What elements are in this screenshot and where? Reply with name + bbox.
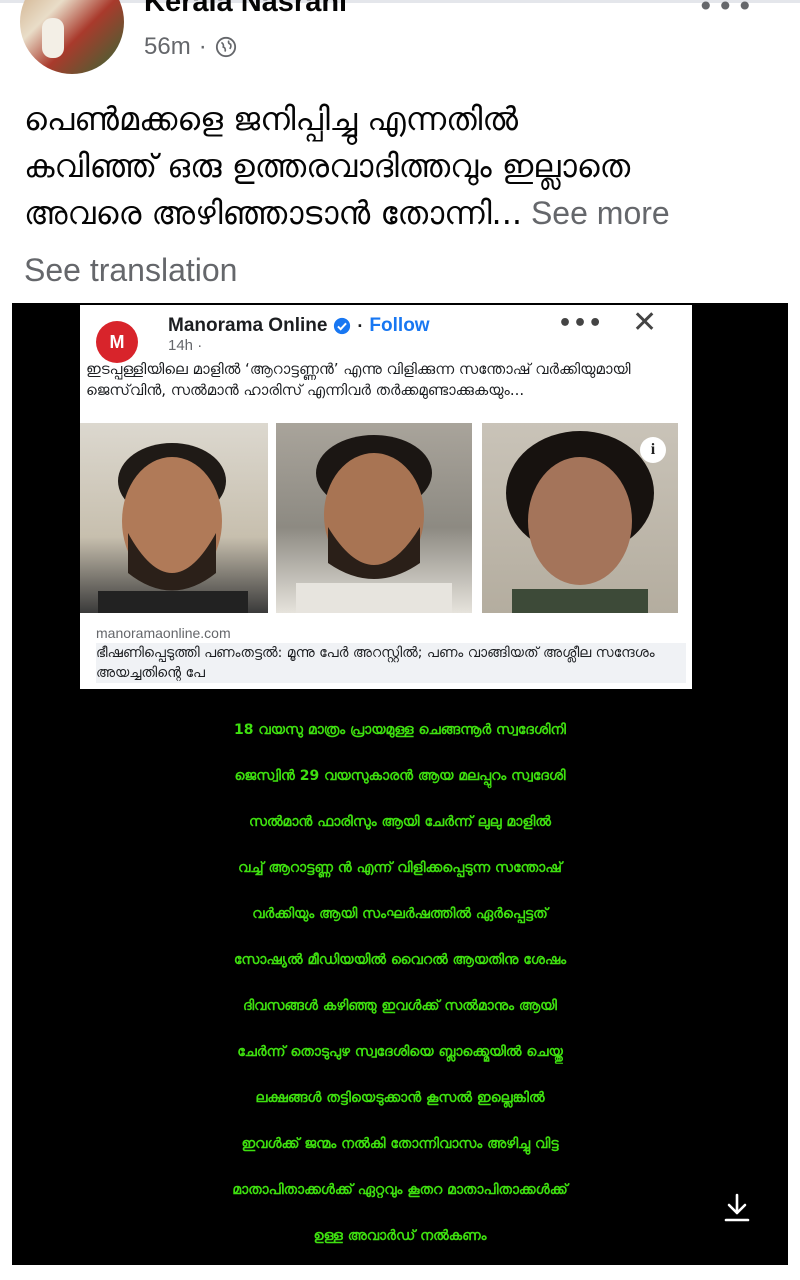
meta-separator: · [198, 33, 207, 60]
overlay-line: വച്ച് ആറാട്ടണ്ണ ൻ എന്ന് വിളിക്കപ്പെടുന്ന… [238, 860, 562, 876]
author-name[interactable]: Kerala Nasrani [144, 0, 347, 19]
photo-person-2 [276, 423, 472, 613]
download-icon[interactable] [720, 1191, 754, 1225]
person-2-silhouette [296, 435, 452, 613]
info-icon: i [640, 437, 666, 463]
post-text-line: കവിഞ്ഞ് ഒരു ഉത്തരവാദിത്തവും ഇല്ലാതെ [24, 147, 631, 185]
verified-icon [334, 317, 351, 335]
card-more-icon: ••• [558, 311, 604, 336]
globe-icon [215, 36, 236, 58]
overlay-line: ഇവൾക്ക് ജന്മം നൽകി തോന്നിവാസം അഴിച്ചു വി… [241, 1136, 559, 1152]
see-translation-link[interactable]: See translation [24, 252, 237, 289]
post-options-icon[interactable]: ••• [697, 0, 756, 23]
avatar[interactable] [20, 0, 124, 74]
post-time[interactable]: 56m [144, 33, 191, 61]
overlay-line: ഉള്ള അവാർഡ് നൽകണം [313, 1228, 487, 1244]
overlay-line: വർക്കിയും ആയി സംഘർഷത്തിൽ ഏർപ്പെട്ടത് [252, 906, 548, 922]
image-overlay-text: 18 വയസു മാത്രം പ്രായമുള്ള ചെങ്ങന്നൂർ സ്വ… [12, 707, 788, 1259]
card-dot: · [357, 315, 364, 336]
photo-person-3: i [482, 423, 678, 613]
post-text-line: അവരെ അഴിഞ്ഞാടാൻ തോന്നി... See more [24, 190, 784, 237]
overlay-line: മാതാപിതാക്കൾക്ക് ഏറ്റവും കൂതറ മാതാപിതാക്… [232, 1182, 568, 1198]
post-image[interactable]: M Manorama Online · Follow 14h · ••• ✕ ഇ… [12, 303, 788, 1265]
card-time: 14h · [168, 337, 203, 354]
card-domain: manoramaonline.com [96, 625, 231, 641]
see-more-link[interactable]: See more [522, 195, 670, 231]
post-text-line: പെൺമക്കളെ ജനിപ്പിച്ചു എന്നതിൽ [24, 100, 518, 138]
overlay-line: ലക്ഷങ്ങൾ തട്ടിയെടുക്കാൻ കൂസൽ ഇല്ലെങ്കിൽ [255, 1090, 545, 1106]
post-text-line-3: അവരെ അഴിഞ്ഞാടാൻ തോന്നി... [24, 194, 523, 232]
post-meta: 56m · [144, 33, 237, 61]
card-headline: ഭീഷണിപ്പെടുത്തി പണംതട്ടൽ: മൂന്നു പേർ അറസ… [96, 643, 686, 683]
overlay-line: സൽമാൻ ഫാരിസും ആയി ചേർന്ന് ലുലു മാളിൽ [249, 814, 551, 830]
overlay-line: ദിവസങ്ങൾ കഴിഞ്ഞു ഇവൾക്ക് സൽമാനും ആയി [243, 998, 557, 1014]
overlay-line: ചേർന്ന് തൊടുപുഴ സ്വദേശിയെ ബ്ലാക്ക്മെയിൽ … [237, 1044, 563, 1060]
post-text: പെൺമക്കളെ ജനിപ്പിച്ചു എന്നതിൽ കവിഞ്ഞ് ഒര… [24, 96, 784, 237]
manorama-logo: M [96, 321, 138, 363]
embedded-news-card: M Manorama Online · Follow 14h · ••• ✕ ഇ… [80, 305, 692, 689]
logo-letter: M [109, 331, 125, 352]
card-page-name: Manorama Online [168, 315, 328, 336]
overlay-line: സോഷ്യൽ മീഡിയയിൽ വൈറൽ ആയതിനു ശേഷം [233, 952, 567, 968]
card-follow-button: Follow [369, 315, 430, 336]
overlay-line: ജെസ്വിൻ 29 വയസുകാരൻ ആയ മലപ്പുറം സ്വദേശി [234, 768, 566, 784]
card-caption: ഇടപ്പള്ളിയിലെ മാളിൽ ‘ആറാട്ടണ്ണൻ’ എന്നു വ… [86, 360, 631, 399]
overlay-line: 18 വയസു മാത്രം പ്രായമുള്ള ചെങ്ങന്നൂർ സ്വ… [234, 722, 566, 738]
card-close-icon: ✕ [632, 305, 658, 340]
card-header: Manorama Online · Follow [168, 315, 430, 337]
person-1-silhouette [98, 443, 248, 613]
photo-person-1 [80, 423, 268, 613]
